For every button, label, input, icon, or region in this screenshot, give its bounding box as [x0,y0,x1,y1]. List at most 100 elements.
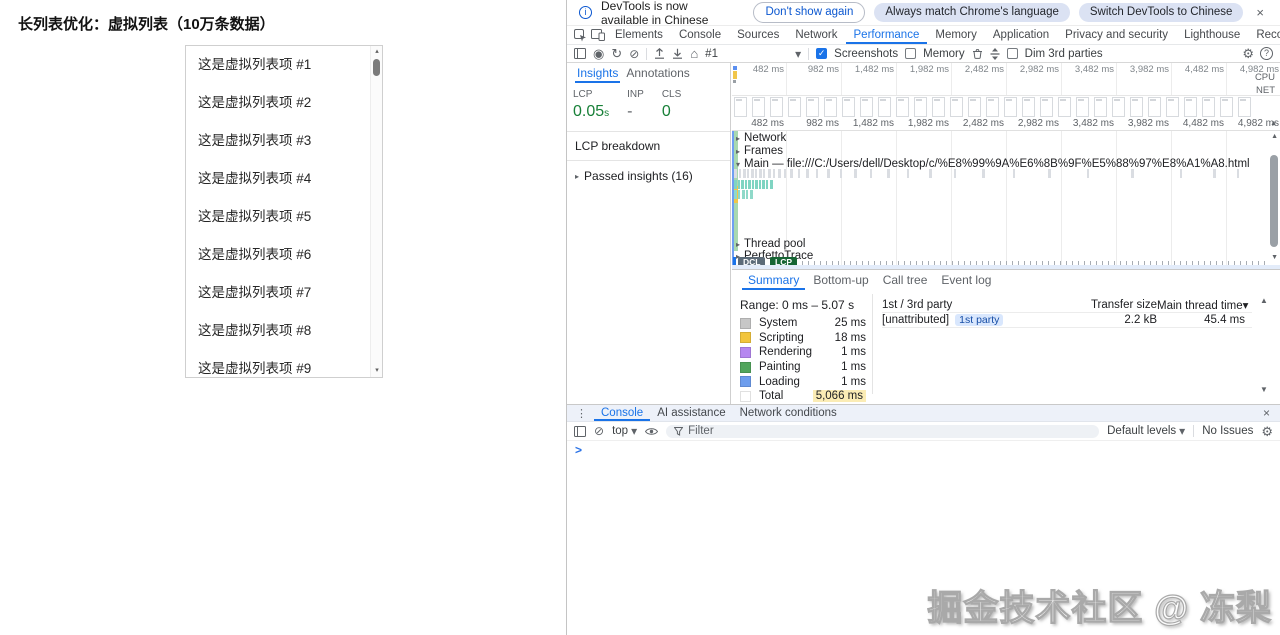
flame-bar-task[interactable] [798,169,800,178]
flame-bar-function[interactable] [738,190,740,199]
screenshot-thumbnail[interactable] [932,97,945,117]
timeline-overview[interactable]: CPU NET 482 ms 982 ms 1,482 ms 1,982 ms 2,48… [732,63,1280,96]
screenshot-thumbnail[interactable] [878,97,891,117]
screenshot-thumbnail[interactable] [1220,97,1233,117]
flame-bar-task[interactable] [1087,169,1089,178]
list-item[interactable]: 这是虚拟列表项 #9 [186,350,370,377]
tab-sources[interactable]: Sources [729,26,787,44]
flame-bar-task[interactable] [1180,169,1182,178]
history-selector[interactable]: #1 ▾ [705,48,801,60]
dim-3rd-parties-checkbox[interactable] [1006,48,1018,59]
flame-bar-function[interactable] [750,190,753,199]
flame-bar-task[interactable] [751,169,754,178]
tab-memory[interactable]: Memory [927,26,985,44]
tab-lighthouse[interactable]: Lighthouse [1176,26,1248,44]
drawer-close-icon[interactable]: × [1259,406,1274,420]
flame-bar-task[interactable] [1131,169,1134,178]
flame-bar-task[interactable] [954,169,956,178]
flame-bar-task[interactable] [784,169,786,178]
flame-bar-task[interactable] [739,169,741,178]
list-item[interactable]: 这是虚拟列表项 #4 [186,160,370,198]
home-icon[interactable]: ⌂ [690,47,698,60]
screenshot-thumbnail[interactable] [860,97,873,117]
flame-bar-task[interactable] [816,169,818,178]
screenshot-thumbnail[interactable] [824,97,837,117]
screenshot-thumbnail[interactable] [788,97,801,117]
tab-console[interactable]: Console [671,26,729,44]
record-icon[interactable]: ◉ [593,47,604,60]
flame-bar-task[interactable] [887,169,890,178]
list-item[interactable]: 这是虚拟列表项 #2 [186,84,370,122]
switch-chinese-button[interactable]: Switch DevTools to Chinese [1078,2,1244,23]
flame-bar-task[interactable] [773,169,775,178]
tab-privacy-and-security[interactable]: Privacy and security [1057,26,1176,44]
live-expression-eye-icon[interactable] [645,427,659,436]
network-track[interactable]: ▸ Network [736,132,786,144]
tab-application[interactable]: Application [985,26,1057,44]
garbage-collect-icon[interactable] [972,48,983,59]
flame-bar-task[interactable] [1213,169,1216,178]
scroll-up-icon[interactable]: ▲ [1260,296,1268,305]
inspect-element-icon[interactable] [571,28,589,43]
summary-tab-call-tree[interactable]: Call tree [877,271,934,290]
screenshot-thumbnail[interactable] [1112,97,1125,117]
flame-bar-task[interactable] [755,169,757,178]
summary-tab-summary[interactable]: Summary [742,271,805,290]
flame-bar-function[interactable] [762,180,765,189]
log-levels-selector[interactable]: Default levels ▾ [1107,425,1185,437]
screenshot-thumbnail[interactable] [1202,97,1215,117]
perf-settings-gear-icon[interactable]: ⚙ [1242,47,1254,60]
table-row[interactable]: [unattributed] 1st party 2.2 kB 45.4 ms [882,313,1252,328]
scroll-down-icon[interactable]: ▼ [1271,254,1278,261]
flame-bar-task[interactable] [763,169,765,178]
summary-tab-event-log[interactable]: Event log [935,271,997,290]
flame-bar-function[interactable] [752,180,754,189]
col-party[interactable]: 1st / 3rd party [882,299,1057,311]
flame-bar-function[interactable] [746,190,748,199]
screenshot-thumbnail[interactable] [914,97,927,117]
screenshot-thumbnail[interactable] [1238,97,1251,117]
tab-network[interactable]: Network [787,26,845,44]
flame-bar-task[interactable] [734,169,737,178]
help-icon[interactable]: ? [1260,47,1273,60]
col-main-thread-time[interactable]: Main thread time▾ [1157,298,1248,312]
console-prompt-chevron[interactable]: > [567,441,1280,457]
scroll-up-icon[interactable]: ▴ [371,47,382,57]
screenshot-thumbnail[interactable] [752,97,765,117]
tab-elements[interactable]: Elements [607,26,671,44]
screenshot-thumbnail[interactable] [1094,97,1107,117]
flame-bar-function[interactable] [748,180,751,189]
flame-bar-function[interactable] [755,180,758,189]
list-item[interactable]: 这是虚拟列表项 #1 [186,46,370,84]
filmstrip[interactable] [734,96,1280,118]
memory-checkbox[interactable] [905,48,917,59]
console-filter-input[interactable]: Filter [666,424,1100,438]
list-item[interactable]: 这是虚拟列表项 #5 [186,198,370,236]
drawer-more-icon[interactable]: ⋮ [573,407,590,420]
infobar-close-icon[interactable]: × [1252,5,1268,20]
flame-bar-function[interactable] [742,190,745,199]
scrollbar-thumb[interactable] [373,59,380,76]
scroll-up-icon[interactable]: ▲ [1271,133,1278,140]
screenshot-thumbnail[interactable] [1166,97,1179,117]
screenshot-thumbnail[interactable] [950,97,963,117]
flame-bar-function[interactable] [734,180,737,189]
flame-bar-task[interactable] [854,169,857,178]
flame-bar-task[interactable] [870,169,872,178]
upload-profile-icon[interactable] [654,48,665,59]
screenshots-checkbox[interactable]: ✓ [816,48,828,59]
list-item[interactable]: 这是虚拟列表项 #3 [186,122,370,160]
context-selector[interactable]: top ▾ [612,425,637,437]
flame-bar-task[interactable] [929,169,932,178]
timeline[interactable]: CPU NET 482 ms 982 ms 1,482 ms 1,982 ms 2,48… [732,63,1280,270]
toggle-sidebar-icon[interactable] [574,48,586,59]
flame-bar-function[interactable] [745,180,747,189]
flame-bar-function[interactable] [738,180,740,189]
dont-show-again-button[interactable]: Don't show again [753,1,866,24]
screenshot-thumbnail[interactable] [806,97,819,117]
main-track[interactable]: ▾ Main — file:///C:/Users/dell/Desktop/c… [736,158,1250,170]
flame-bar-task[interactable] [1013,169,1015,178]
flame-bar-task[interactable] [778,169,781,178]
screenshot-thumbnail[interactable] [1130,97,1143,117]
list-item[interactable]: 这是虚拟列表项 #6 [186,236,370,274]
